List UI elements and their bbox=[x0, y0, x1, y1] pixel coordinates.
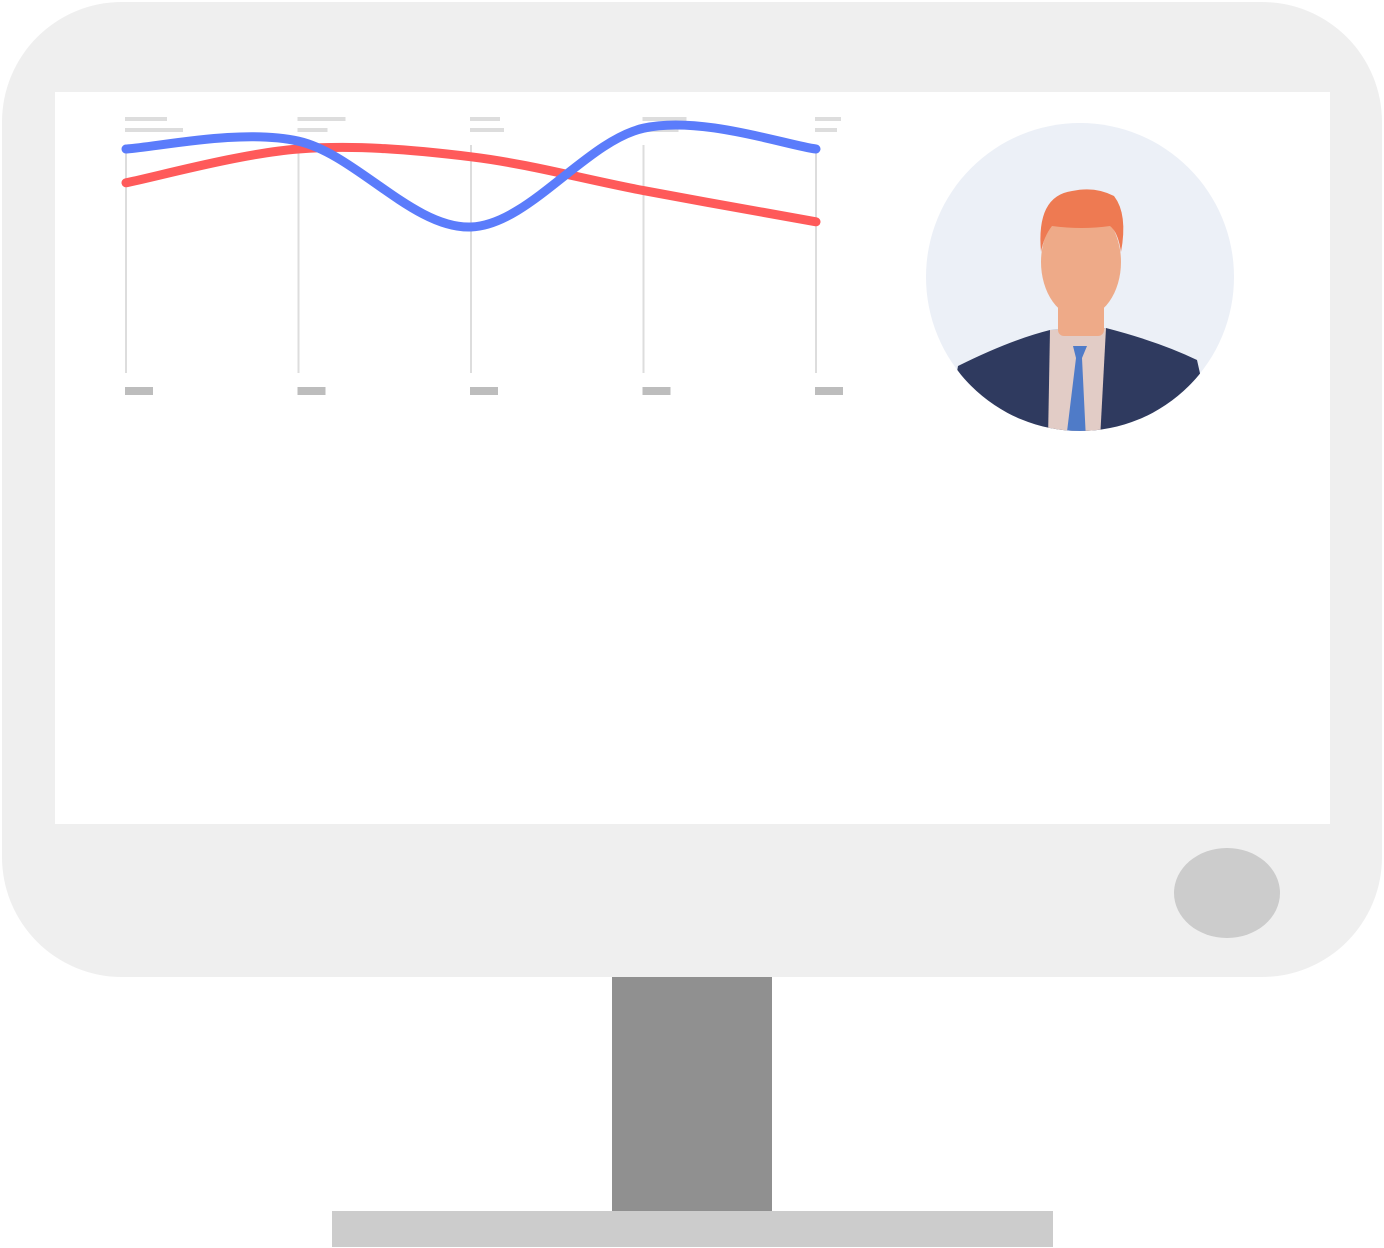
x-tick-placeholder-2 bbox=[297, 387, 326, 395]
stand-base bbox=[332, 1211, 1053, 1247]
header-placeholder-5-2 bbox=[815, 128, 837, 132]
header-placeholder-3-1 bbox=[470, 117, 500, 121]
power-button-icon[interactable] bbox=[1174, 848, 1280, 938]
header-placeholder-4-1 bbox=[642, 117, 687, 121]
header-placeholder-2-2 bbox=[297, 128, 328, 132]
header-placeholder-2-1 bbox=[297, 117, 346, 121]
x-tick-placeholder-1 bbox=[125, 387, 153, 395]
x-tick-placeholder-4 bbox=[642, 387, 671, 395]
header-placeholder-3-2 bbox=[470, 128, 504, 132]
header-placeholder-5-1 bbox=[815, 117, 841, 121]
x-tick-placeholder-3 bbox=[470, 387, 498, 395]
stand-neck bbox=[612, 977, 772, 1213]
monitor-illustration bbox=[2, 2, 1382, 1247]
header-placeholder-1-1 bbox=[125, 117, 167, 121]
header-placeholder-1-2 bbox=[125, 128, 183, 132]
x-tick-placeholder-5 bbox=[815, 387, 843, 395]
